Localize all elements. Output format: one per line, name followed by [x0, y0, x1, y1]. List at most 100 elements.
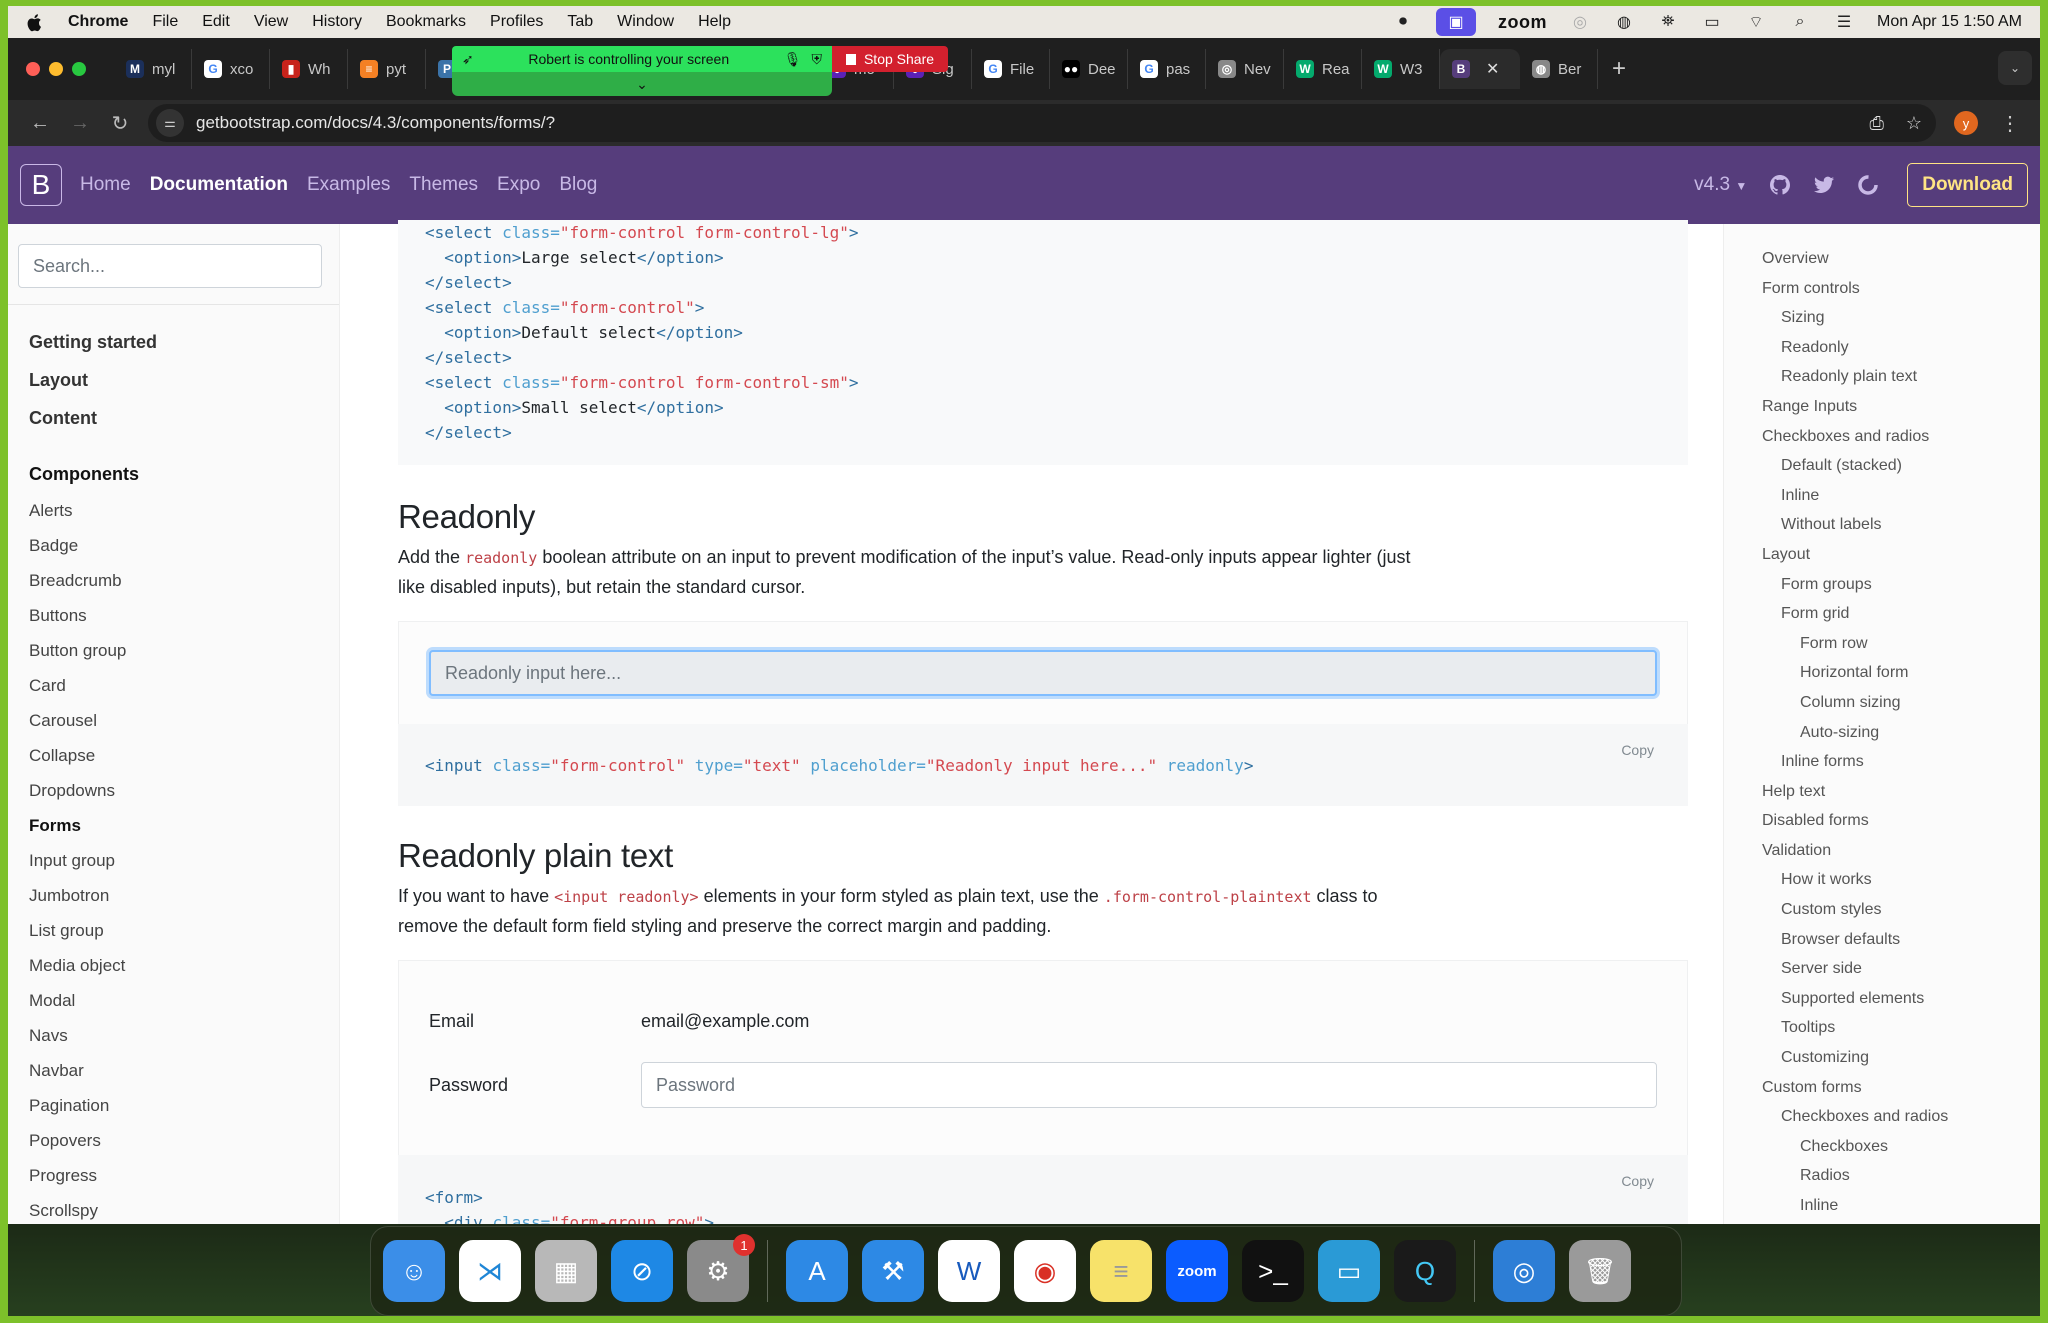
copy-button[interactable]: Copy	[1621, 742, 1654, 758]
toc-link[interactable]: Overview	[1724, 244, 2040, 274]
vscode-icon[interactable]: ⋊	[459, 1240, 521, 1302]
toc-link[interactable]: Tooltips	[1724, 1013, 2040, 1043]
sidebar-item[interactable]: Pagination	[29, 1088, 339, 1123]
profile-avatar[interactable]: y	[1954, 111, 1978, 135]
toc-link[interactable]: Custom styles	[1724, 895, 2040, 925]
sidebar-item[interactable]: Card	[29, 668, 339, 703]
sidebar-item[interactable]: Navbar	[29, 1053, 339, 1088]
clock[interactable]: Mon Apr 15 1:50 AM	[1877, 13, 2022, 31]
menu-help[interactable]: Help	[698, 13, 731, 31]
sidebar-item[interactable]: Dropdowns	[29, 773, 339, 808]
menu-window[interactable]: Window	[617, 13, 674, 31]
toc-link[interactable]: Supported elements	[1724, 984, 2040, 1014]
copy-button[interactable]: Copy	[1621, 1173, 1654, 1189]
launchpad-icon[interactable]: ▦	[535, 1240, 597, 1302]
minimize-window-button[interactable]	[49, 62, 63, 76]
menu-view[interactable]: View	[254, 13, 288, 31]
zoom-share-icon[interactable]: ▣	[1436, 8, 1477, 36]
battery-icon[interactable]: ▭	[1701, 11, 1723, 33]
sidebar-item[interactable]: Carousel	[29, 703, 339, 738]
trash-icon[interactable]: 🗑	[1569, 1240, 1631, 1302]
chrome-icon[interactable]: ◉	[1014, 1240, 1076, 1302]
word-icon[interactable]: W	[938, 1240, 1000, 1302]
nav-expo[interactable]: Expo	[497, 174, 540, 196]
toc-link[interactable]: Readonly plain text	[1724, 362, 2040, 392]
install-app-icon[interactable]: ⎙	[1869, 113, 1883, 134]
sidebar-item[interactable]: Scrollspy	[29, 1193, 339, 1224]
toc-link[interactable]: Inline	[1724, 481, 2040, 511]
toc-link[interactable]: Sizing	[1724, 303, 2040, 333]
bootstrap-logo[interactable]: B	[20, 164, 62, 206]
toc-link[interactable]: How it works	[1724, 865, 2040, 895]
system-settings-icon[interactable]: ⚙ 1	[687, 1234, 755, 1302]
nav-examples[interactable]: Examples	[307, 174, 390, 196]
toc-link[interactable]: Default (stacked)	[1724, 451, 2040, 481]
toc-link[interactable]: Help text	[1724, 777, 2040, 807]
browser-tab[interactable]: G File	[972, 49, 1050, 89]
password-input[interactable]: Password	[641, 1062, 1657, 1108]
terminal-icon[interactable]: >_	[1242, 1240, 1304, 1302]
safari-icon[interactable]: ⊘	[611, 1240, 673, 1302]
sidebar-item[interactable]: Buttons	[29, 598, 339, 633]
browser-tab[interactable]: W Rea	[1284, 49, 1362, 89]
zoom-menu-label[interactable]: zoom	[1498, 12, 1547, 33]
xcode-instruments-icon[interactable]: A	[786, 1240, 848, 1302]
nav-documentation[interactable]: Documentation	[150, 174, 288, 196]
sidebar-item[interactable]: Modal	[29, 983, 339, 1018]
sidebar-item[interactable]: Badge	[29, 528, 339, 563]
toc-link[interactable]: Column sizing	[1724, 688, 2040, 718]
spotlight-search-icon[interactable]: ⌕	[1789, 11, 1811, 33]
browser-tab[interactable]: W W3	[1362, 49, 1440, 89]
download-button[interactable]: Download	[1907, 163, 2028, 207]
toc-link[interactable]: Custom forms	[1724, 1073, 2040, 1103]
tab-search-button[interactable]: ⌄	[1998, 51, 2032, 85]
sidebar-item[interactable]: Media object	[29, 948, 339, 983]
toc-link[interactable]: Radios	[1724, 1161, 2040, 1191]
menu-edit[interactable]: Edit	[202, 13, 230, 31]
sidebar-group[interactable]: Layout	[29, 361, 339, 399]
toc-link[interactable]: Layout	[1724, 540, 2040, 570]
shield-icon[interactable]: ⛨	[812, 51, 823, 68]
record-icon[interactable]: ⏺	[1392, 11, 1414, 33]
sidebar-group-current[interactable]: Components	[29, 455, 339, 493]
sidebar-item[interactable]: Alerts	[29, 493, 339, 528]
toc-link[interactable]: Customizing	[1724, 1043, 2040, 1073]
toc-link[interactable]: Form row	[1724, 629, 2040, 659]
menu-file[interactable]: File	[152, 13, 178, 31]
toc-link[interactable]: Form grid	[1724, 599, 2040, 629]
sidebar-item[interactable]: Progress	[29, 1158, 339, 1193]
binoculars-icon[interactable]: ⛯	[1657, 11, 1679, 33]
quicktime-icon[interactable]: Q	[1394, 1240, 1456, 1302]
toc-link[interactable]: Form controls	[1724, 274, 2040, 304]
browser-tab[interactable]: ▮ Wh	[270, 49, 348, 89]
stop-share-button[interactable]: Stop Share	[832, 46, 948, 72]
toc-link[interactable]: Without labels	[1724, 510, 2040, 540]
sidebar-item[interactable]: Popovers	[29, 1123, 339, 1158]
browser-tab[interactable]: ●● Dee	[1050, 49, 1128, 89]
sidebar-item[interactable]: Jumbotron	[29, 878, 339, 913]
apple-menu-icon[interactable]	[26, 12, 42, 32]
toc-link[interactable]: Checkboxes	[1724, 1132, 2040, 1162]
sidebar-item[interactable]: Collapse	[29, 738, 339, 773]
docs-search-input[interactable]: Search...	[18, 244, 322, 288]
reload-button[interactable]: ↻	[100, 111, 140, 136]
opencollective-icon[interactable]	[1857, 174, 1879, 196]
toc-link[interactable]: Inline forms	[1724, 747, 2040, 777]
readonly-input[interactable]: Readonly input here...	[429, 650, 1657, 696]
toc-link[interactable]: Validation	[1724, 836, 2040, 866]
wifi-icon[interactable]: ⌔	[1745, 11, 1767, 33]
downloads-icon[interactable]: ◎	[1493, 1240, 1555, 1302]
notes-icon[interactable]: ≡	[1090, 1240, 1152, 1302]
menu-app-name[interactable]: Chrome	[68, 13, 128, 31]
sidebar-item[interactable]: Navs	[29, 1018, 339, 1053]
chrome-menu-icon[interactable]: ⋮	[2000, 111, 2020, 136]
nav-home[interactable]: Home	[80, 174, 131, 196]
menu-bookmarks[interactable]: Bookmarks	[386, 13, 466, 31]
toc-link[interactable]: Readonly	[1724, 333, 2040, 363]
forward-button[interactable]: →	[60, 112, 100, 135]
maximize-window-button[interactable]	[72, 62, 86, 76]
nav-themes[interactable]: Themes	[409, 174, 478, 196]
browser-tab[interactable]: Gxco	[192, 49, 270, 89]
bookmark-star-icon[interactable]: ☆	[1906, 113, 1922, 134]
toc-link[interactable]: Server side	[1724, 954, 2040, 984]
